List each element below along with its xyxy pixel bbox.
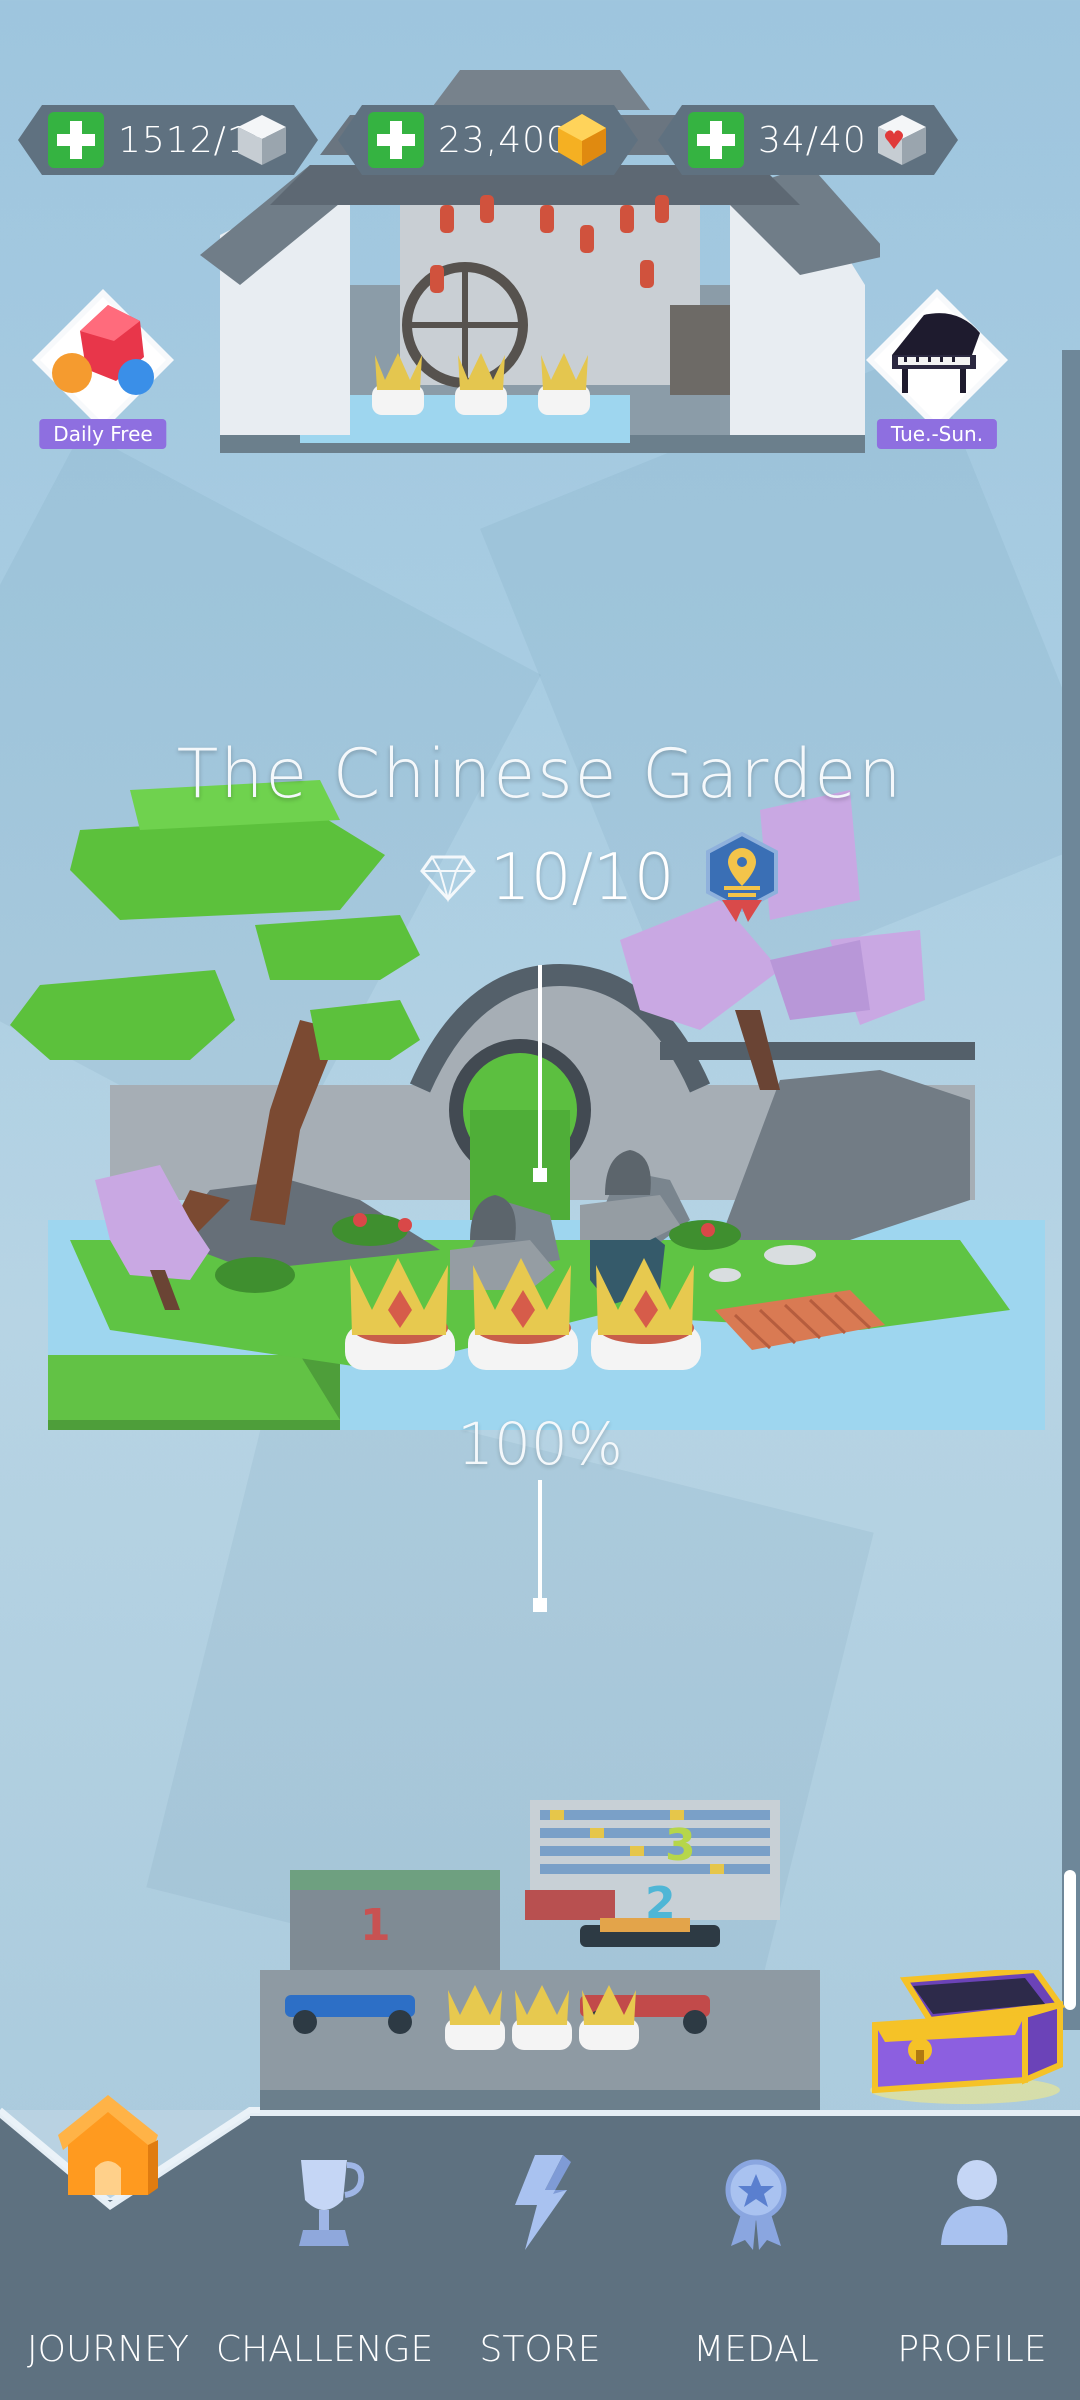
event-button[interactable]: Tue.-Sun. [862, 285, 1012, 449]
person-icon [941, 2160, 1008, 2245]
nav-label-medal: MEDAL [693, 2329, 819, 2370]
nav-store[interactable]: STORE [432, 2140, 648, 2390]
scrollbar-thumb[interactable] [1064, 1870, 1076, 2010]
daily-free-button[interactable]: Daily Free [28, 285, 178, 449]
scrollbar-track[interactable] [1062, 350, 1080, 2030]
nav-label-profile: PROFILE [897, 2329, 1047, 2370]
add-keys-button[interactable] [688, 112, 744, 168]
coins-counter[interactable]: 23,400 [338, 105, 638, 175]
diamond-icon [420, 855, 476, 903]
lives-counter[interactable]: 1512/15 [18, 105, 318, 175]
coins-value: 23,400 [438, 119, 570, 161]
gems-bundle-icon [32, 289, 174, 431]
path-dot [533, 1168, 547, 1182]
add-lives-button[interactable] [48, 112, 104, 168]
daily-free-label: Daily Free [39, 419, 167, 449]
nav-medal[interactable]: MEDAL [648, 2140, 864, 2390]
nav-journey[interactable]: JOURNEY [0, 2095, 216, 2390]
gems-counter: 10/10 [420, 830, 782, 926]
path-line [538, 1480, 542, 1600]
keys-value: 34/40 [758, 119, 867, 161]
gems-value: 10/10 [490, 841, 675, 915]
keys-counter[interactable]: 34/40 [658, 105, 958, 175]
treasure-chest-icon[interactable] [865, 1970, 1065, 2110]
nav-label-store: STORE [479, 2329, 601, 2370]
nav-challenge[interactable]: CHALLENGE [216, 2140, 434, 2390]
path-dot [533, 1598, 547, 1612]
heart-cube-icon [874, 111, 930, 169]
nav-label-journey: JOURNEY [27, 2329, 189, 2370]
trophy-icon [299, 2160, 365, 2246]
svg-text:3: 3 [665, 1820, 696, 1871]
medal-icon [725, 2159, 787, 2250]
house-icon [58, 2095, 158, 2195]
gold-gem-icon [554, 111, 610, 169]
path-line [538, 965, 542, 1175]
cube-icon [234, 111, 290, 169]
svg-text:1: 1 [360, 1900, 391, 1951]
nav-label-challenge: CHALLENGE [216, 2329, 434, 2370]
lightning-icon [515, 2155, 571, 2250]
event-label: Tue.-Sun. [876, 419, 998, 449]
nav-profile[interactable]: PROFILE [864, 2140, 1080, 2390]
add-coins-button[interactable] [368, 112, 424, 168]
level-title: The Chinese Garden [176, 735, 904, 814]
location-badge-icon[interactable] [702, 830, 782, 926]
piano-icon [866, 289, 1008, 431]
next-level-scene[interactable]: 3 2 1 [250, 1790, 850, 2110]
level-progress: 100% [457, 1410, 623, 1478]
